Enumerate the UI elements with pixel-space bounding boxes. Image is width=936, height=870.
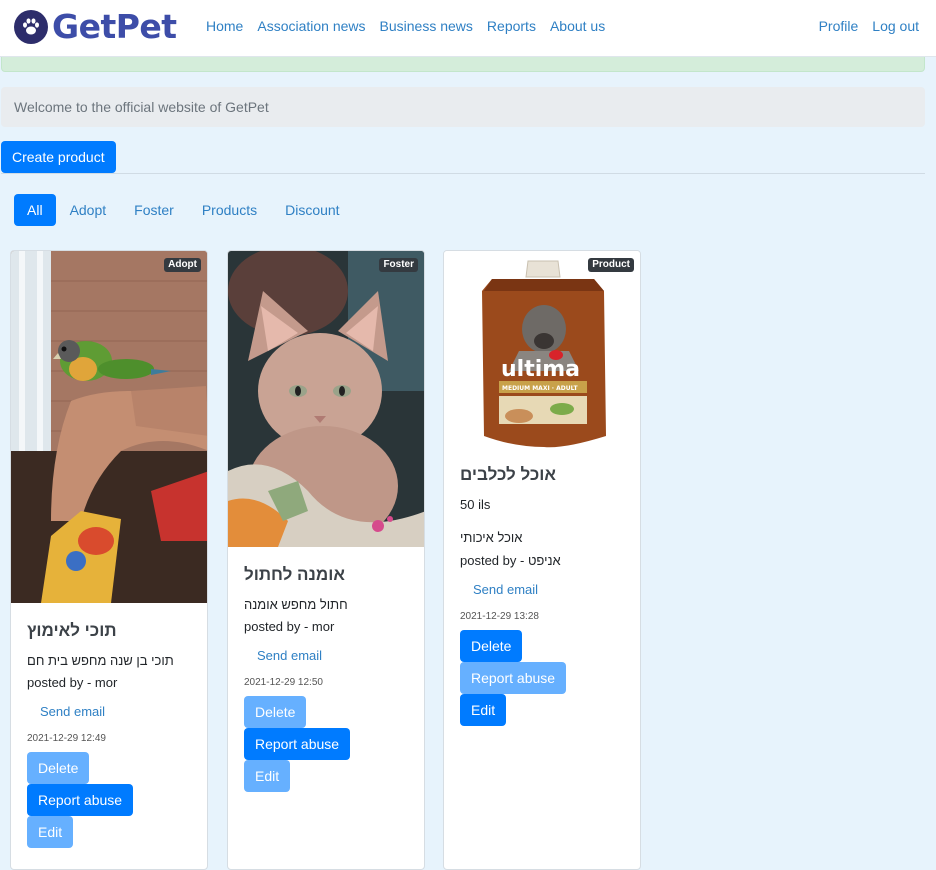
- navbar: GetPet Home Association news Business ne…: [0, 0, 936, 57]
- report-abuse-button[interactable]: Report abuse: [27, 784, 134, 816]
- post-image: Adopt: [11, 251, 207, 603]
- delete-button[interactable]: Delete: [460, 630, 523, 662]
- divider: [1, 173, 925, 174]
- create-product-button[interactable]: Create product: [1, 141, 116, 173]
- post-description: תוכי בן שנה מחפש בית חם: [27, 653, 174, 668]
- post-card: Adopt תוכי לאימוץ תוכי בן שנה מחפש בית ח…: [10, 250, 208, 870]
- filter-all[interactable]: All: [14, 194, 56, 226]
- post-description: חתול מחפש אומנה: [244, 597, 348, 612]
- post-price: 50 ils: [460, 497, 491, 512]
- nav-association-news[interactable]: Association news: [257, 17, 365, 35]
- nav-reports[interactable]: Reports: [487, 17, 536, 35]
- welcome-text: Welcome to the official website of GetPe…: [14, 99, 269, 115]
- category-badge: Product: [588, 258, 634, 272]
- category-badge: Foster: [379, 258, 418, 272]
- filter-products[interactable]: Products: [188, 194, 271, 226]
- brand-name: GetPet: [52, 7, 177, 46]
- filter-discount[interactable]: Discount: [271, 194, 353, 226]
- nav-business-news[interactable]: Business news: [380, 17, 473, 35]
- nav-profile[interactable]: Profile: [819, 17, 859, 35]
- filter-adopt[interactable]: Adopt: [56, 194, 121, 226]
- edit-button[interactable]: Edit: [244, 760, 291, 792]
- nav-about-us[interactable]: About us: [550, 17, 605, 35]
- edit-button[interactable]: Edit: [27, 816, 74, 848]
- category-badge: Adopt: [164, 258, 201, 272]
- post-image: ultima MEDIUM MAXI · ADULT Product: [444, 251, 640, 451]
- post-image: Foster: [228, 251, 424, 547]
- nav-home[interactable]: Home: [206, 17, 243, 35]
- package-label-text: MEDIUM MAXI · ADULT: [502, 385, 578, 392]
- send-email-link[interactable]: Send email: [244, 648, 322, 663]
- report-abuse-button[interactable]: Report abuse: [244, 728, 351, 760]
- welcome-banner: Welcome to the official website of GetPe…: [1, 87, 925, 127]
- post-description: אוכל איכותי: [460, 530, 523, 545]
- post-date: 2021-12-29 12:49: [27, 733, 106, 744]
- delete-button[interactable]: Delete: [27, 752, 90, 784]
- send-email-link[interactable]: Send email: [460, 582, 538, 597]
- user-nav: Profile Log out: [805, 17, 919, 35]
- posted-by: posted by - אניפט: [460, 553, 561, 568]
- nav-logout[interactable]: Log out: [872, 17, 919, 35]
- post-card: ultima MEDIUM MAXI · ADULT Product אוכל …: [443, 250, 641, 870]
- brand[interactable]: GetPet: [14, 7, 177, 47]
- edit-button[interactable]: Edit: [460, 694, 507, 726]
- send-email-link[interactable]: Send email: [27, 704, 105, 719]
- post-title: אומנה לחתול: [244, 565, 345, 584]
- post-date: 2021-12-29 13:28: [460, 611, 539, 622]
- post-date: 2021-12-29 12:50: [244, 677, 323, 688]
- posted-by: posted by - mor: [244, 619, 335, 634]
- package-brand-text: ultima: [501, 357, 580, 382]
- posted-by: posted by - mor: [27, 675, 118, 690]
- post-title: אוכל לכלבים: [460, 465, 556, 484]
- post-title: תוכי לאימוץ: [27, 621, 117, 640]
- filter-foster[interactable]: Foster: [120, 194, 188, 226]
- report-abuse-button[interactable]: Report abuse: [460, 662, 567, 694]
- delete-button[interactable]: Delete: [244, 696, 307, 728]
- post-card: Foster אומנה לחתול חתול מחפש אומנה poste…: [227, 250, 425, 870]
- paw-icon: [14, 10, 48, 44]
- main-nav: Home Association news Business news Repo…: [206, 17, 619, 35]
- filter-tabs: All Adopt Foster Products Discount: [14, 194, 354, 226]
